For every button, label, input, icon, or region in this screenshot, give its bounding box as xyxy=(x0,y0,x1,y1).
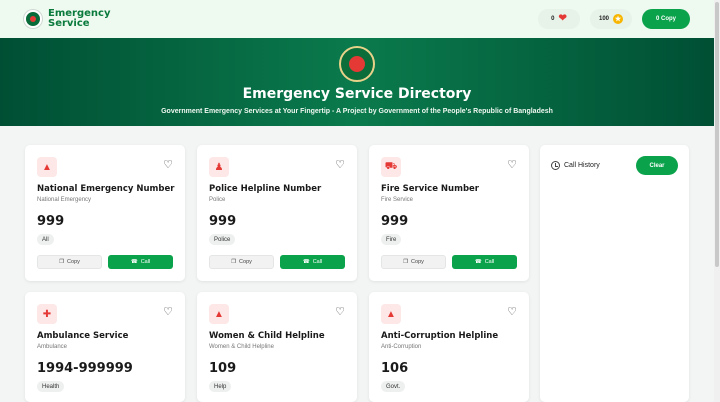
copy-counter-button[interactable]: 0 Copy xyxy=(642,9,690,29)
service-card: ⛟ ♡ Fire Service Number Fire Service 999… xyxy=(369,145,529,281)
service-number: 106 xyxy=(381,361,409,376)
hero-banner: Emergency Service Directory Government E… xyxy=(0,38,714,126)
copy-button[interactable]: ❐ Copy xyxy=(381,255,446,269)
copy-button[interactable]: ❐ Copy xyxy=(209,255,274,269)
fire-truck-icon: ⛟ xyxy=(381,157,401,177)
service-title: Police Helpline Number xyxy=(209,184,322,194)
favorite-heart-icon[interactable]: ♡ xyxy=(163,307,173,318)
police-icon: ♟ xyxy=(209,157,229,177)
favorite-heart-icon[interactable]: ♡ xyxy=(507,307,517,318)
service-subtitle: Fire Service xyxy=(381,197,414,203)
page-scrollbar[interactable] xyxy=(714,0,720,402)
government-emblem-icon xyxy=(339,46,375,82)
phone-icon: ☎ xyxy=(302,259,310,265)
phone-icon: ☎ xyxy=(130,259,138,265)
brand-name: Emergency Service xyxy=(48,8,111,29)
service-subtitle: National Emergency xyxy=(37,197,92,203)
category-badge: Help xyxy=(209,381,232,392)
service-subtitle: Women & Child Helpline xyxy=(209,344,274,350)
top-navbar: Emergency Service 0 ❤ 100 ★ 0 Copy xyxy=(0,0,714,38)
service-subtitle: Police xyxy=(209,197,226,203)
category-badge: Fire xyxy=(381,234,402,245)
service-number: 999 xyxy=(37,214,65,229)
call-button[interactable]: ☎ Call xyxy=(108,255,173,269)
copy-button[interactable]: ❐ Copy xyxy=(37,255,102,269)
hearts-counter: 0 ❤ xyxy=(538,9,580,29)
coins-counter: 100 ★ xyxy=(590,9,632,29)
hearts-count: 0 xyxy=(551,16,555,22)
service-title: Fire Service Number xyxy=(381,184,479,194)
emergency-icon: ▲ xyxy=(37,157,57,177)
emergency-icon: ▲ xyxy=(381,304,401,324)
coins-count: 100 xyxy=(598,16,609,22)
favorite-heart-icon[interactable]: ♡ xyxy=(163,160,173,171)
service-card: ♟ ♡ Police Helpline Number Police 999 Po… xyxy=(197,145,357,281)
category-badge: Health xyxy=(37,381,65,392)
favorite-heart-icon[interactable]: ♡ xyxy=(335,160,345,171)
service-subtitle: Ambulance xyxy=(37,344,68,350)
service-title: National Emergency Number xyxy=(37,184,175,194)
service-title: Ambulance Service xyxy=(37,331,129,341)
service-subtitle: Anti-Corruption xyxy=(381,344,422,350)
clock-icon xyxy=(551,161,560,170)
copy-icon: ❐ xyxy=(403,259,409,265)
service-title: Anti-Corruption Helpline xyxy=(381,331,499,341)
emergency-icon: ▲ xyxy=(209,304,229,324)
category-badge: All xyxy=(37,234,54,245)
brand[interactable]: Emergency Service xyxy=(24,8,111,29)
service-title: Women & Child Helpline xyxy=(209,331,325,341)
favorite-heart-icon[interactable]: ♡ xyxy=(507,160,517,171)
copy-icon: ❐ xyxy=(59,259,65,265)
service-card: ✚ ♡ Ambulance Service Ambulance 1994-999… xyxy=(25,292,185,402)
call-history-header: Call History xyxy=(551,161,600,170)
page-title: Emergency Service Directory xyxy=(242,86,472,102)
clear-history-button[interactable]: Clear xyxy=(636,156,678,175)
favorite-heart-icon[interactable]: ♡ xyxy=(335,307,345,318)
phone-icon: ☎ xyxy=(474,259,482,265)
bangladesh-emblem-icon xyxy=(24,10,42,28)
call-history-title: Call History xyxy=(564,162,600,169)
page-subtitle: Government Emergency Services at Your Fi… xyxy=(161,108,553,115)
coin-icon: ★ xyxy=(613,14,623,24)
service-number: 1994-999999 xyxy=(37,361,133,376)
service-number: 109 xyxy=(209,361,237,376)
call-button[interactable]: ☎ Call xyxy=(452,255,517,269)
category-badge: Police xyxy=(209,234,236,245)
call-button[interactable]: ☎ Call xyxy=(280,255,345,269)
service-card: ▲ ♡ National Emergency Number National E… xyxy=(25,145,185,281)
heart-icon: ❤ xyxy=(558,13,567,24)
scrollbar-thumb[interactable] xyxy=(715,2,719,267)
copy-icon: ❐ xyxy=(231,259,237,265)
service-number: 999 xyxy=(381,214,409,229)
category-badge: Govt. xyxy=(381,381,406,392)
service-card: ▲ ♡ Women & Child Helpline Women & Child… xyxy=(197,292,357,402)
service-number: 999 xyxy=(209,214,237,229)
ambulance-icon: ✚ xyxy=(37,304,57,324)
service-card: ▲ ♡ Anti-Corruption Helpline Anti-Corrup… xyxy=(369,292,529,402)
call-history-panel: Call History Clear xyxy=(540,145,689,402)
